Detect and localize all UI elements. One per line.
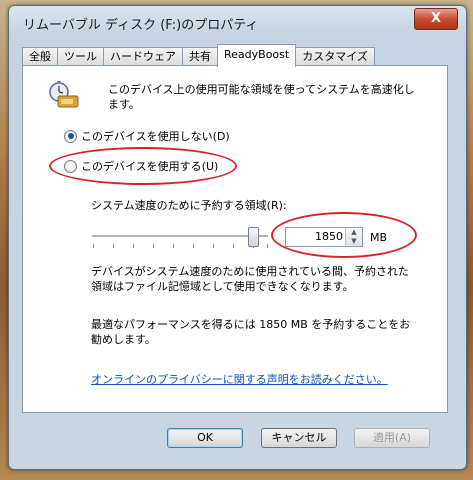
usb-drive-stopwatch-icon xyxy=(49,81,79,108)
slider-tick xyxy=(133,244,134,248)
readyboost-description: このデバイス上の使用可能な領域を使ってシステムを高速化します。 xyxy=(108,83,415,111)
window-title: リムーバブル ディスク (F:)のプロパティ xyxy=(23,18,259,33)
slider-tick xyxy=(113,244,114,248)
tab-customize[interactable]: カスタマイズ xyxy=(295,47,375,66)
tab-general[interactable]: 全般 xyxy=(22,47,58,66)
radio-selected-dot xyxy=(67,133,74,139)
tab-strip: 全般 ツール ハードウェア 共有 ReadyBoost カスタマイズ xyxy=(22,44,375,67)
radio-do-not-use[interactable] xyxy=(64,129,77,143)
title-bar[interactable]: リムーバブル ディスク (F:)のプロパティ X xyxy=(9,6,466,36)
highlight-oval-use-option xyxy=(49,147,237,185)
tab-hardware[interactable]: ハードウェア xyxy=(103,47,183,66)
slider-tick xyxy=(153,244,154,248)
slider-tick xyxy=(267,244,268,248)
close-icon: X xyxy=(430,11,442,26)
reserve-slider-thumb[interactable] xyxy=(248,227,259,247)
slider-tick xyxy=(173,244,174,248)
cancel-button[interactable]: キャンセル xyxy=(261,428,337,448)
ok-button[interactable]: OK xyxy=(167,428,243,448)
reserve-space-label: システム速度のために予約する領域(R): xyxy=(91,199,287,212)
tab-readyboost[interactable]: ReadyBoost xyxy=(217,44,297,67)
apply-button[interactable]: 適用(A) xyxy=(354,428,430,448)
highlight-oval-reserve-size xyxy=(271,212,417,258)
slider-tick xyxy=(233,244,234,248)
slider-tick xyxy=(193,244,194,248)
privacy-statement-link[interactable]: オンラインのプライバシーに関する声明をお読みください。 xyxy=(91,371,388,387)
reserve-slider-track[interactable] xyxy=(92,235,268,238)
tab-sharing[interactable]: 共有 xyxy=(182,47,218,66)
recommendation-note: 最適なパフォーマンスを得るには 1850 MB を予約することをお勧めします。 xyxy=(91,318,411,346)
usage-note: デバイスがシステム速度のために使用されている間、予約された領域はファイル記憶域と… xyxy=(91,265,410,293)
close-button[interactable]: X xyxy=(414,8,458,30)
option-do-not-use[interactable]: このデバイスを使用しない(D) xyxy=(64,128,230,144)
option-do-not-use-label: このデバイスを使用しない(D) xyxy=(81,130,230,143)
slider-tick xyxy=(93,244,94,248)
tab-tools[interactable]: ツール xyxy=(57,47,104,66)
slider-tick xyxy=(213,244,214,248)
